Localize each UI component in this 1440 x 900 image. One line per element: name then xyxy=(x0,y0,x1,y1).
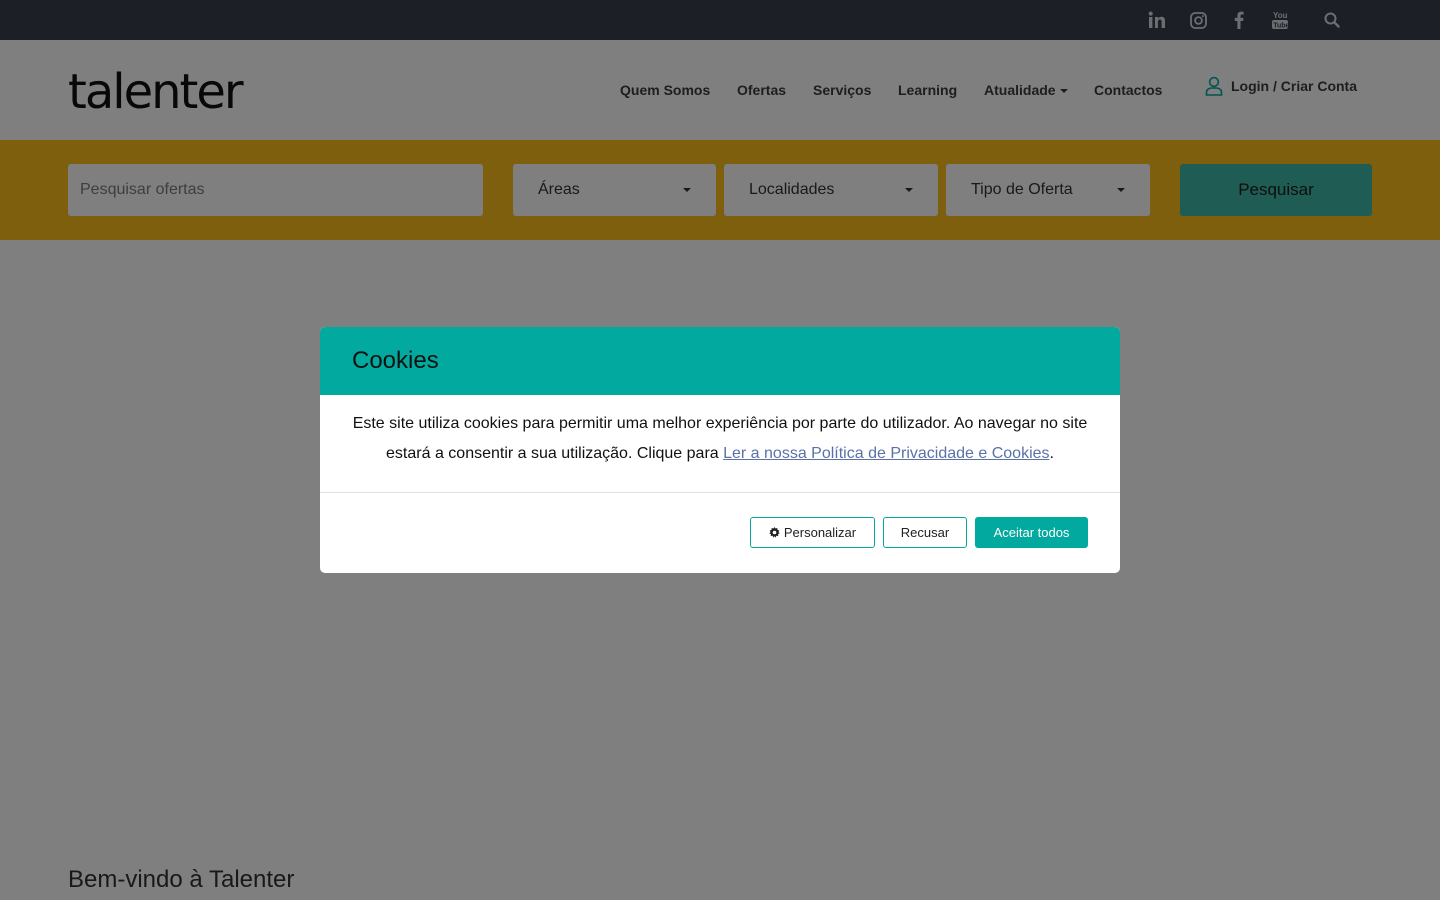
recusar-button[interactable]: Recusar xyxy=(883,517,967,548)
aceitar-todos-button[interactable]: Aceitar todos xyxy=(975,517,1088,548)
cookie-text-end: . xyxy=(1049,445,1054,462)
cookie-modal: Cookies Este site utiliza cookies para p… xyxy=(320,327,1120,573)
privacy-policy-link[interactable]: Ler a nossa Política de Privacidade e Co… xyxy=(723,445,1049,462)
personalizar-label: Personalizar xyxy=(783,525,857,540)
personalizar-button[interactable]: Personalizar xyxy=(750,517,875,548)
cookie-modal-body: Este site utiliza cookies para permitir … xyxy=(320,395,1120,493)
cookie-modal-title: Cookies xyxy=(352,347,439,374)
gear-icon xyxy=(769,527,780,538)
cookie-modal-footer: Personalizar Recusar Aceitar todos xyxy=(320,493,1120,573)
cookie-modal-header: Cookies xyxy=(320,327,1120,395)
